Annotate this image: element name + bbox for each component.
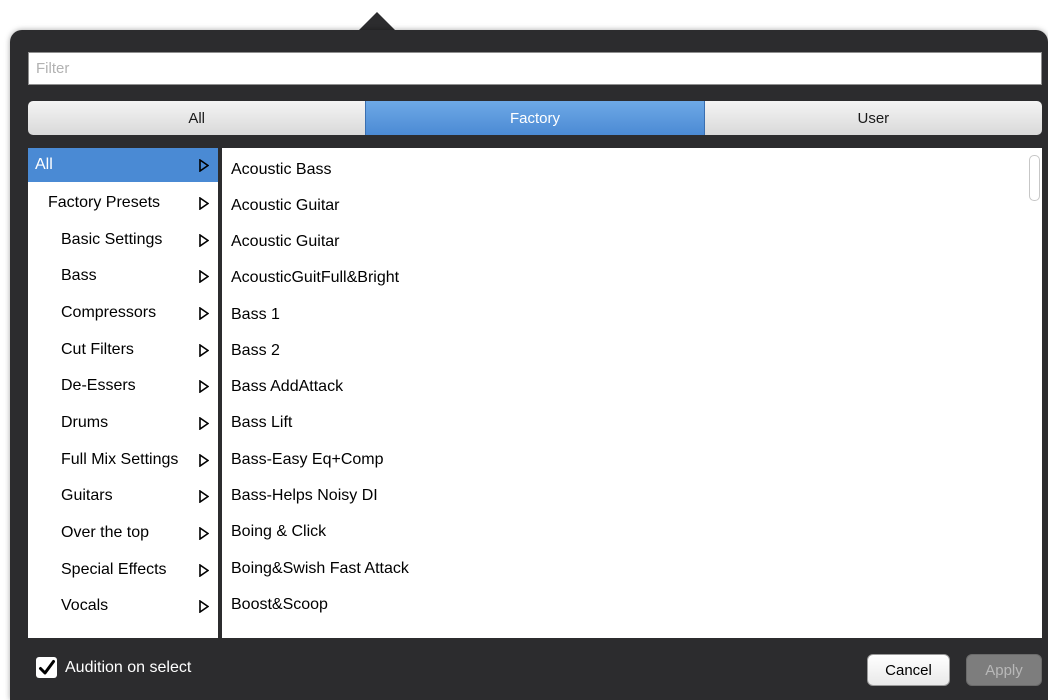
disclosure-arrow-icon [196, 342, 212, 358]
disclosure-arrow-icon [196, 268, 212, 284]
disclosure-arrow-icon [196, 598, 212, 614]
checkmark-icon [38, 659, 55, 674]
disclosure-arrow-icon [196, 525, 212, 541]
preset-list-item[interactable]: Bass-Easy Eq+Comp [231, 442, 384, 478]
preset-list-item[interactable]: Bass 2 [231, 333, 280, 369]
audition-label: Audition on select [65, 658, 192, 676]
category-item-over-the-top[interactable]: Over the top [28, 516, 218, 550]
category-label: Compressors [61, 304, 157, 321]
disclosure-arrow-icon [196, 452, 212, 468]
preset-list-item[interactable]: Boing&Swish Fast Attack [231, 551, 409, 587]
preset-list-item[interactable]: Bass AddAttack [231, 369, 343, 405]
disclosure-arrow-icon [196, 157, 212, 173]
preset-list-item[interactable]: AcousticGuitFull&Bright [231, 260, 399, 296]
disclosure-arrow-icon [196, 232, 212, 248]
category-item-basic-settings[interactable]: Basic Settings [28, 223, 218, 257]
category-label: Basic Settings [61, 231, 163, 248]
category-label: Over the top [61, 524, 150, 541]
category-item-full-mix-settings[interactable]: Full Mix Settings [28, 443, 218, 477]
category-item-vocals[interactable]: Vocals [28, 589, 218, 623]
category-label: Special Effects [61, 561, 167, 578]
preset-list-item[interactable]: Bass-Helps Noisy DI [231, 478, 378, 514]
disclosure-arrow-icon [196, 488, 212, 504]
preset-list-item[interactable]: Acoustic Guitar [231, 224, 339, 260]
tab-user[interactable]: User [705, 101, 1042, 135]
category-item-guitars[interactable]: Guitars [28, 479, 218, 513]
category-item-cut-filters[interactable]: Cut Filters [28, 333, 218, 367]
preset-list-item[interactable]: Boost&Scoop [231, 587, 328, 623]
filter-input[interactable] [28, 52, 1042, 85]
category-label: De-Essers [61, 377, 136, 394]
cancel-button[interactable]: Cancel [867, 654, 950, 686]
category-item-factory-presets[interactable]: Factory Presets [28, 186, 218, 220]
disclosure-arrow-icon [196, 562, 212, 578]
category-item-special-effects[interactable]: Special Effects [28, 553, 218, 587]
preset-list: Acoustic Bass Acoustic Guitar Acoustic G… [222, 148, 1042, 638]
disclosure-arrow-icon [196, 195, 212, 211]
category-label: Factory Presets [48, 194, 161, 211]
preset-list-item[interactable]: Boing & Click [231, 514, 326, 550]
category-label: Drums [61, 414, 109, 431]
audition-toggle[interactable]: Audition on select [36, 657, 191, 678]
category-label: Vocals [61, 597, 109, 614]
category-label: Guitars [61, 487, 113, 504]
category-list: All Factory Presets Basic Settings Bass … [28, 148, 218, 638]
category-label: Cut Filters [61, 341, 134, 358]
disclosure-arrow-icon [196, 415, 212, 431]
disclosure-arrow-icon [196, 305, 212, 321]
tab-factory[interactable]: Factory [365, 101, 705, 135]
category-label: All [35, 156, 53, 173]
category-item-compressors[interactable]: Compressors [28, 296, 218, 330]
apply-button[interactable]: Apply [966, 654, 1042, 686]
tab-all[interactable]: All [28, 101, 365, 135]
category-item-drums[interactable]: Drums [28, 406, 218, 440]
category-item-bass[interactable]: Bass [28, 259, 218, 293]
preset-list-item[interactable]: Bass Lift [231, 405, 292, 441]
preset-list-item[interactable]: Acoustic Guitar [231, 188, 339, 224]
category-label: Full Mix Settings [61, 451, 179, 468]
popover-caret [358, 12, 396, 31]
disclosure-arrow-icon [196, 378, 212, 394]
audition-checkbox[interactable] [36, 657, 57, 678]
category-item-de-essers[interactable]: De-Essers [28, 369, 218, 403]
source-tab-bar: All Factory User [28, 101, 1042, 135]
category-item-all[interactable]: All [28, 148, 218, 182]
preset-list-scrollbar[interactable] [1029, 155, 1040, 201]
category-label: Bass [61, 267, 97, 284]
preset-list-item[interactable]: Acoustic Bass [231, 152, 331, 188]
preset-list-item[interactable]: Bass 1 [231, 297, 280, 333]
